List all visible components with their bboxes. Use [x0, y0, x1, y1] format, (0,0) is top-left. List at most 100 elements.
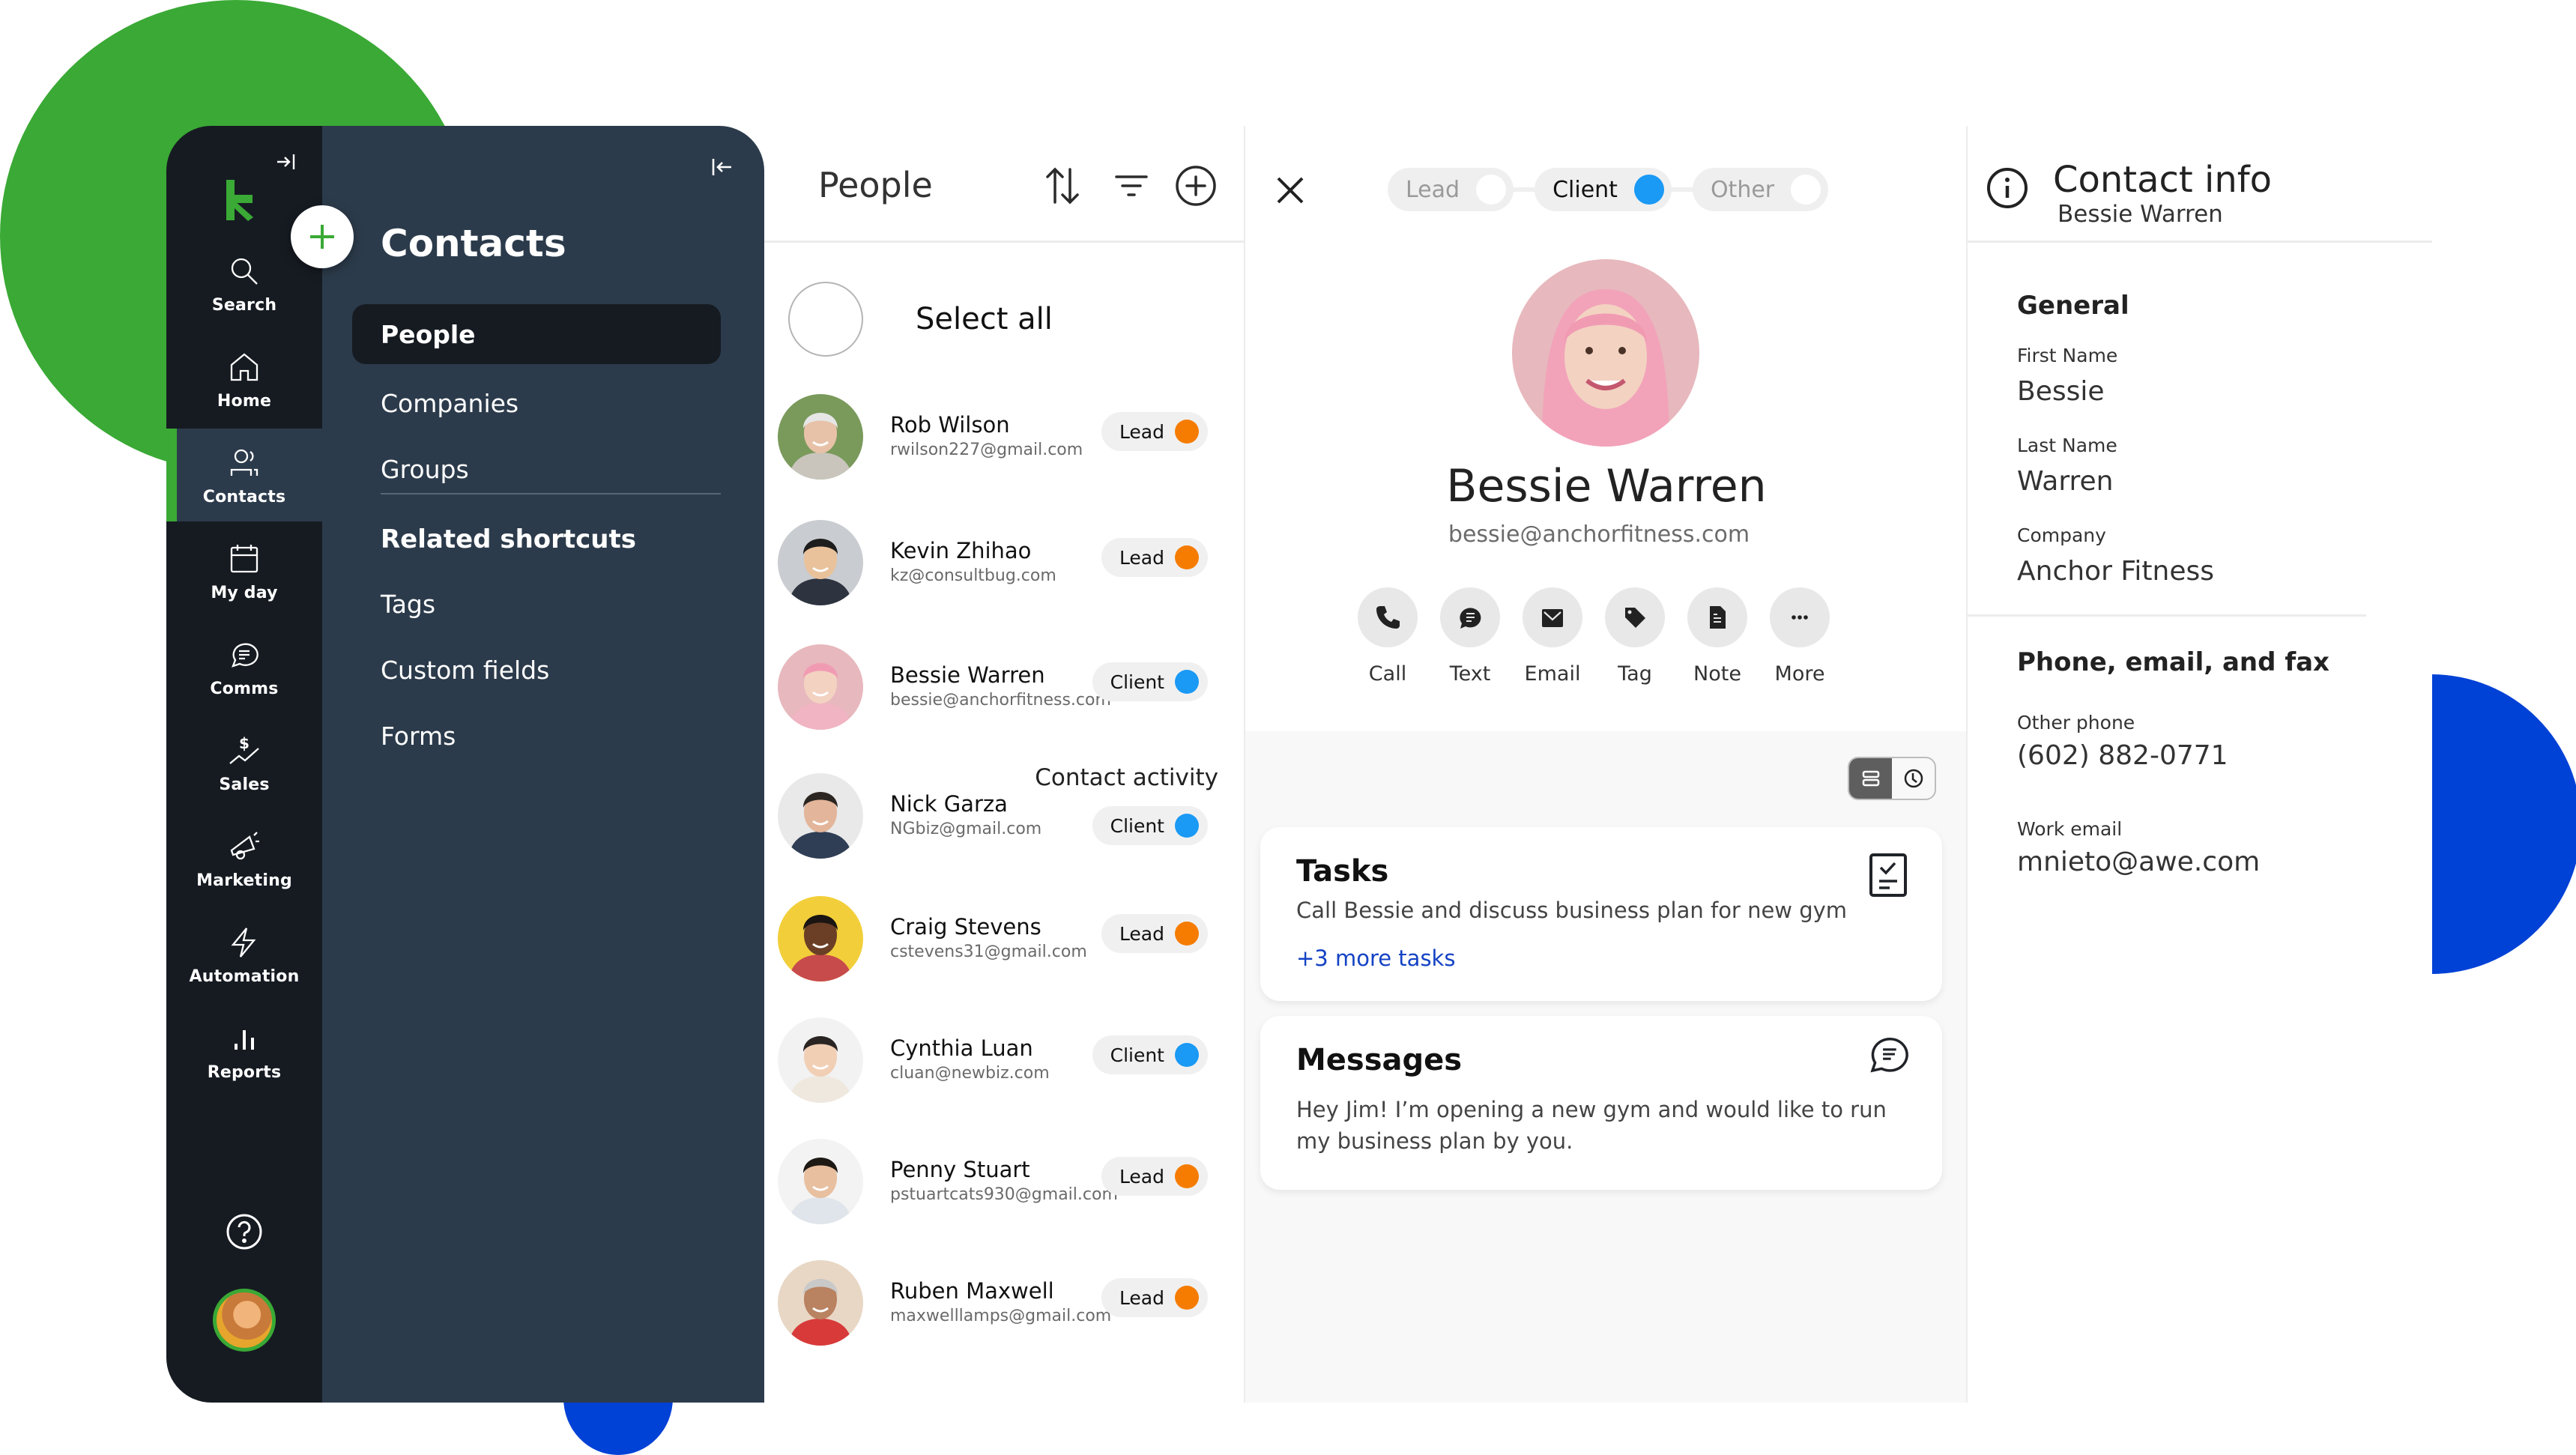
rail-item-marketing[interactable]: Marketing [166, 812, 322, 905]
status-badge[interactable]: Lead [1101, 412, 1208, 451]
lightning-icon [231, 927, 256, 958]
sort-icon[interactable] [1040, 163, 1085, 208]
status-badge[interactable]: Client [1092, 662, 1208, 701]
rail-item-my-day[interactable]: My day [166, 524, 322, 617]
rail-item-comms[interactable]: Comms [166, 620, 322, 713]
select-all-circle[interactable] [788, 282, 863, 357]
action-label: Call [1368, 662, 1407, 686]
shortcut-tags[interactable]: Tags [352, 574, 721, 634]
contact-row[interactable]: Rob Wilson rwilson227@gmail.com Lead [778, 394, 1235, 491]
help-icon[interactable] [225, 1212, 264, 1251]
note-icon [1710, 606, 1726, 629]
more-tasks-link[interactable]: +3 more tasks [1296, 946, 1455, 971]
contact-row[interactable]: Ruben Maxwell maxwelllamps@gmail.com Lead [778, 1260, 1235, 1358]
status-badge[interactable]: Lead [1101, 1278, 1208, 1317]
last-name-value[interactable]: Warren [2017, 466, 2114, 497]
contact-row[interactable]: Bessie Warren bessie@anchorfitness.com Cli… [778, 644, 1235, 742]
collapse-left-icon[interactable] [709, 154, 734, 186]
card-view-toggle[interactable] [1849, 758, 1892, 799]
stage-connector [1514, 187, 1535, 192]
svg-text:$: $ [239, 734, 250, 752]
status-badge[interactable]: Client [1092, 1035, 1208, 1074]
view-toggle [1848, 757, 1936, 800]
contact-row[interactable]: Craig Stevens cstevens31@gmail.com Lead [778, 896, 1235, 993]
task-checklist-icon [1869, 853, 1907, 897]
keap-logo-icon[interactable] [225, 178, 261, 222]
rail-item-label: Automation [189, 967, 300, 986]
close-icon[interactable] [1274, 174, 1307, 207]
contact-activity-label: Contact activity [1035, 764, 1218, 791]
more-button[interactable]: More [1770, 587, 1830, 686]
status-dot [1175, 922, 1199, 946]
contact-avatar [778, 896, 863, 981]
status-label: Lead [1119, 420, 1164, 443]
stage-client[interactable]: Client [1535, 168, 1672, 211]
more-icon [1792, 615, 1808, 620]
related-shortcuts-title: Related shortcuts [381, 524, 636, 554]
status-badge[interactable]: Lead [1101, 538, 1208, 577]
nav-item-companies[interactable]: Companies [352, 373, 721, 433]
rail-item-label: Comms [210, 679, 279, 698]
rail-item-home[interactable]: Home [166, 333, 322, 426]
first-name-value[interactable]: Bessie [2017, 376, 2105, 407]
add-contact-icon[interactable] [1173, 163, 1218, 208]
stage-lead[interactable]: Lead [1388, 168, 1514, 211]
calendar-icon [230, 544, 258, 572]
tasks-card[interactable]: Tasks Call Bessie and discuss business p… [1260, 827, 1942, 1001]
contact-row[interactable]: Penny Stuart pstuartcats930@gmail.com Lead [778, 1139, 1235, 1236]
user-avatar[interactable] [213, 1289, 276, 1352]
icon-rail: Search Home Contacts My day Comms $ Sale… [166, 126, 322, 1403]
info-icon [1987, 168, 2028, 208]
contact-row[interactable]: Cynthia Luan cluan@newbiz.com Client [778, 1017, 1235, 1115]
clock-icon [1904, 769, 1923, 788]
call-button[interactable]: Call [1358, 587, 1418, 686]
rail-item-label: Marketing [196, 871, 292, 890]
contact-avatar [778, 1017, 863, 1103]
status-badge[interactable]: Lead [1101, 1157, 1208, 1196]
shortcut-custom-fields[interactable]: Custom fields [352, 640, 721, 700]
sales-icon: $ [229, 734, 259, 764]
contact-detail-panel: Lead Client Other Bessie Warren bessie@a… [1245, 126, 1968, 1403]
select-all-checkbox[interactable]: Select all [788, 282, 1053, 357]
status-dot [1175, 1164, 1199, 1188]
company-value[interactable]: Anchor Fitness [2017, 556, 2214, 587]
rail-item-sales[interactable]: $ Sales [166, 716, 322, 809]
divider [381, 493, 721, 494]
tag-button[interactable]: Tag [1605, 587, 1665, 686]
timeline-view-toggle[interactable] [1892, 758, 1935, 799]
text-button[interactable]: Text [1440, 587, 1500, 686]
rail-item-automation[interactable]: Automation [166, 908, 322, 1001]
quick-actions: Call Text Email Tag Note More [1358, 587, 1830, 686]
shortcut-forms[interactable]: Forms [352, 706, 721, 766]
contact-name: Cynthia Luan [890, 1035, 1033, 1061]
stage-other[interactable]: Other [1692, 168, 1829, 211]
contact-email[interactable]: bessie@anchorfitness.com [1245, 521, 1953, 548]
status-badge[interactable]: Client [1092, 806, 1208, 845]
filter-icon[interactable] [1109, 163, 1154, 208]
action-label: Text [1449, 662, 1491, 686]
work-email-value[interactable]: mnieto@awe.com [2017, 847, 2260, 877]
stage-knob [1633, 175, 1664, 205]
stage-connector [1671, 187, 1693, 192]
email-button[interactable]: Email [1523, 587, 1582, 686]
contact-email: maxwelllamps@gmail.com [890, 1307, 1112, 1325]
contact-row[interactable]: Nick Garza NGbiz@gmail.com Contact activit… [778, 764, 1235, 871]
rail-item-contacts[interactable]: Contacts [166, 429, 322, 521]
nav-item-groups[interactable]: Groups [352, 439, 721, 499]
people-title: People [818, 165, 933, 205]
status-badge[interactable]: Lead [1101, 914, 1208, 953]
contact-row[interactable]: Kevin Zhihao kz@consultbug.com Lead [778, 520, 1235, 617]
add-new-button[interactable] [291, 205, 354, 268]
nav-item-people[interactable]: People [352, 304, 721, 364]
note-button[interactable]: Note [1687, 587, 1747, 686]
status-label: Client [1110, 814, 1164, 837]
contact-name: Bessie Warren [890, 662, 1045, 688]
expand-right-icon[interactable] [274, 150, 298, 180]
contact-email: rwilson227@gmail.com [890, 441, 1083, 459]
lifecycle-stage-selector: Lead Client Other [1388, 168, 1829, 211]
rail-item-reports[interactable]: Reports [166, 1004, 322, 1097]
other-phone-value[interactable]: (602) 882-0771 [2017, 740, 2228, 771]
field-label: Other phone [2017, 712, 2135, 733]
messages-card[interactable]: Messages Hey Jim! I’m opening a new gym … [1260, 1016, 1942, 1190]
activity-area: Tasks Call Bessie and discuss business p… [1245, 731, 1966, 1403]
